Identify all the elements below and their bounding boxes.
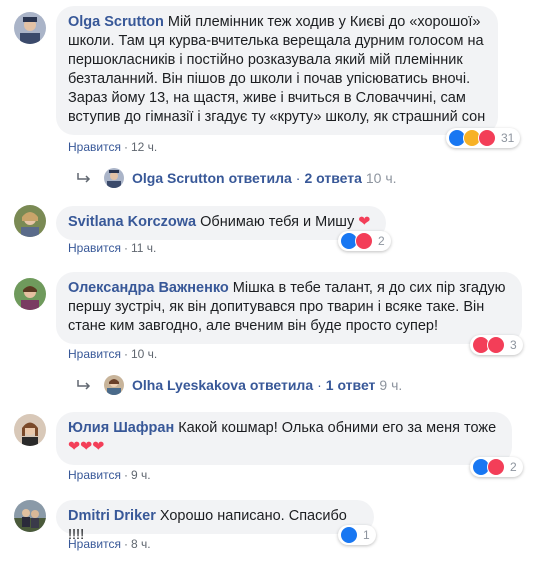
comment-bubble: Dmitri Driker Хорошо написано. Спасибо !!… bbox=[56, 500, 374, 543]
comment-author[interactable]: Olga Scrutton bbox=[68, 14, 164, 30]
reply-arrow-icon bbox=[77, 380, 91, 390]
avatar[interactable] bbox=[14, 278, 46, 310]
reaction-count: 2 bbox=[510, 460, 517, 474]
comment-text: Какой кошмар! Олька обними его за меня т… bbox=[178, 420, 497, 436]
reply-count: 2 ответа bbox=[304, 170, 362, 186]
comment-time[interactable]: 12 ч. bbox=[131, 140, 157, 154]
like-reaction-icon bbox=[340, 526, 358, 544]
comment-actions: Нравится · 11 ч. bbox=[68, 241, 157, 255]
comment-bubble: Svitlana Korczowa Обнимаю тебя и Мишу ❤ bbox=[56, 206, 386, 240]
comment-author[interactable]: Dmitri Driker bbox=[68, 508, 156, 524]
comment-actions: Нравится · 12 ч. bbox=[68, 140, 158, 154]
view-replies-link[interactable]: Olga Scrutton ответила · 2 ответа 10 ч. bbox=[76, 168, 397, 188]
view-replies-link[interactable]: Olha Lyeskakova ответила · 1 ответ 9 ч. bbox=[76, 375, 402, 395]
reaction-summary[interactable]: 3 bbox=[470, 335, 523, 355]
heart-emoji: ❤ bbox=[354, 214, 371, 230]
like-button[interactable]: Нравится bbox=[68, 537, 121, 551]
avatar[interactable] bbox=[14, 12, 46, 44]
comment-actions: Нравится · 10 ч. bbox=[68, 347, 158, 361]
comment-author[interactable]: Олександра Важненко bbox=[68, 280, 229, 296]
comment-bubble: Олександра Важненко Мішка в тебе талант, … bbox=[56, 272, 522, 344]
love-reaction-icon bbox=[355, 232, 373, 250]
love-reaction-icon bbox=[487, 458, 505, 476]
love-reaction-icon bbox=[487, 336, 505, 354]
reaction-summary[interactable]: 1 bbox=[338, 525, 376, 545]
comment-text: Мій племінник теж ходив у Києві до «хоро… bbox=[68, 14, 486, 125]
reply-count: 1 ответ bbox=[325, 377, 376, 393]
like-button[interactable]: Нравится bbox=[68, 140, 121, 154]
reaction-count: 31 bbox=[501, 131, 515, 145]
reply-avatar bbox=[104, 168, 124, 188]
like-button[interactable]: Нравится bbox=[68, 468, 121, 482]
love-reaction-icon bbox=[478, 129, 496, 147]
avatar[interactable] bbox=[14, 205, 46, 237]
reaction-count: 1 bbox=[363, 528, 370, 542]
hearts-emoji: ❤❤❤ bbox=[68, 439, 105, 455]
comment-bubble: Olga Scrutton Мій племінник теж ходив у К… bbox=[56, 6, 498, 135]
comment-text: Обнимаю тебя и Мишу bbox=[200, 214, 355, 230]
comment-time[interactable]: 8 ч. bbox=[131, 537, 151, 551]
reaction-summary[interactable]: 2 bbox=[470, 457, 523, 477]
reaction-summary[interactable]: 2 bbox=[338, 231, 391, 251]
comment-actions: Нравится · 9 ч. bbox=[68, 468, 151, 482]
comment-time[interactable]: 9 ч. bbox=[131, 468, 151, 482]
reply-author: Olha Lyeskakova bbox=[132, 377, 246, 393]
like-button[interactable]: Нравится bbox=[68, 241, 121, 255]
reply-avatar bbox=[104, 375, 124, 395]
comment-time[interactable]: 10 ч. bbox=[131, 347, 157, 361]
comment-author[interactable]: Юлия Шафран bbox=[68, 420, 174, 436]
reply-time: 10 ч. bbox=[365, 170, 397, 186]
avatar[interactable] bbox=[14, 414, 46, 446]
comment-actions: Нравится · 8 ч. bbox=[68, 537, 151, 551]
avatar[interactable] bbox=[14, 500, 46, 532]
reaction-summary[interactable]: 31 bbox=[446, 128, 521, 148]
reply-arrow-icon bbox=[77, 173, 91, 183]
comment-author[interactable]: Svitlana Korczowa bbox=[68, 214, 196, 230]
like-button[interactable]: Нравится bbox=[68, 347, 121, 361]
reply-verb: ответила bbox=[249, 377, 314, 393]
reply-verb: ответила bbox=[228, 170, 292, 186]
comment-bubble: Юлия Шафран Какой кошмар! Олька обними ег… bbox=[56, 412, 512, 465]
reply-time: 9 ч. bbox=[379, 377, 403, 393]
comment-time[interactable]: 11 ч. bbox=[131, 241, 156, 255]
reaction-count: 2 bbox=[378, 234, 385, 248]
reaction-count: 3 bbox=[510, 338, 517, 352]
reply-author: Olga Scrutton bbox=[132, 170, 225, 186]
